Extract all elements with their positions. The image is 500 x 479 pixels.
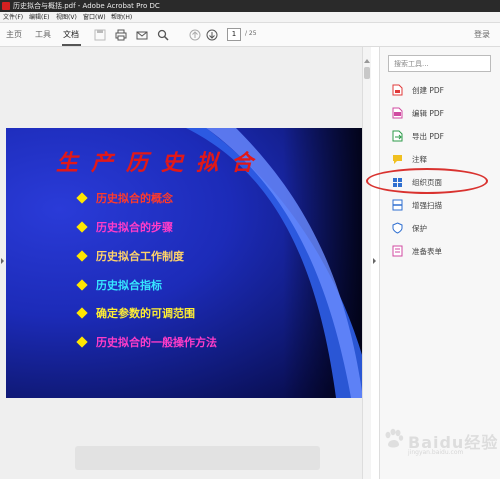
tool-label: 编辑 PDF (412, 109, 444, 118)
active-tab-indicator (62, 44, 81, 46)
diamond-bullet-icon (76, 279, 88, 291)
export-pdf-icon (392, 130, 403, 142)
tool-label: 增强扫描 (412, 201, 442, 210)
slide-bullet: 历史拟合的步骤 (76, 219, 173, 235)
edit-pdf-icon (392, 107, 403, 119)
tool-protect[interactable]: 保护 (388, 220, 493, 236)
tool-edit-pdf[interactable]: 编辑 PDF (388, 105, 493, 121)
tools-pane: 搜索工具... 创建 PDF 编辑 PDF 导出 PDF 注释 组织页面 增强扫… (379, 47, 500, 479)
tool-label: 导出 PDF (412, 132, 444, 141)
slide-bullet: 历史拟合的概念 (76, 190, 173, 206)
slide-bullet: 确定参数的可调范围 (76, 305, 195, 321)
bullet-text: 历史拟合指标 (96, 279, 162, 292)
tool-label: 创建 PDF (412, 86, 444, 95)
diamond-bullet-icon (76, 192, 88, 204)
previous-page-icon[interactable] (188, 28, 202, 42)
bullet-text: 历史拟合工作制度 (96, 250, 184, 263)
collapse-right-panel-icon[interactable] (373, 258, 376, 264)
watermark-url: jingyan.baidu.com (408, 449, 464, 456)
enhance-scans-icon (392, 199, 403, 211)
diamond-bullet-icon (76, 250, 88, 262)
document-scrollbar[interactable] (362, 47, 371, 479)
bullet-text: 历史拟合的一般操作方法 (96, 336, 217, 349)
main-toolbar: 主页 工具 文档 1 / 25 登录 (0, 23, 500, 47)
bullet-text: 确定参数的可调范围 (96, 307, 195, 320)
email-icon[interactable] (135, 28, 149, 42)
protect-icon (392, 222, 403, 234)
tool-comment[interactable]: 注释 (388, 151, 493, 167)
tool-label: 保护 (412, 224, 427, 233)
bullet-text: 历史拟合的概念 (96, 192, 173, 205)
page-controls-overlay[interactable] (75, 446, 320, 470)
tab-tools[interactable]: 工具 (35, 29, 51, 40)
search-icon[interactable] (156, 28, 170, 42)
slide-bullet: 历史拟合指标 (76, 277, 162, 293)
comment-icon (393, 155, 402, 164)
print-icon[interactable] (114, 28, 128, 42)
window-title: 历史拟合与概括.pdf - Adobe Acrobat Pro DC (13, 2, 160, 10)
menu-bar: 文件(F) 编辑(E) 视图(V) 窗口(W) 帮助(H) (0, 12, 500, 23)
menu-view[interactable]: 视图(V) (56, 13, 77, 22)
tab-document[interactable]: 文档 (63, 29, 79, 40)
scroll-up-icon[interactable] (364, 59, 370, 63)
diamond-bullet-icon (76, 307, 88, 319)
pdf-page-slide: 生产历史拟合 历史拟合的概念 历史拟合的步骤 历史拟合工作制度 历史拟合指标 确… (6, 128, 363, 398)
baidu-watermark: Baidu经验 jingyan.baidu.com (380, 421, 497, 461)
acrobat-app-icon (2, 2, 10, 10)
window-titlebar: 历史拟合与概括.pdf - Adobe Acrobat Pro DC (0, 0, 500, 12)
bullet-text: 历史拟合的步骤 (96, 221, 173, 234)
tool-label: 注释 (412, 155, 427, 164)
diamond-bullet-icon (76, 221, 88, 233)
tab-home[interactable]: 主页 (6, 29, 22, 40)
tool-search-input[interactable]: 搜索工具... (388, 55, 491, 72)
page-total: / 25 (245, 30, 257, 37)
menu-edit[interactable]: 编辑(E) (29, 13, 49, 22)
collapse-left-panel-icon[interactable] (1, 258, 4, 264)
next-page-icon[interactable] (205, 28, 219, 42)
tool-prepare-form[interactable]: 准备表单 (388, 243, 493, 259)
baidu-paw-icon (385, 428, 404, 448)
menu-help[interactable]: 帮助(H) (111, 13, 132, 22)
slide-title: 生产历史拟合 (56, 150, 267, 176)
tool-create-pdf[interactable]: 创建 PDF (388, 82, 493, 98)
tool-export-pdf[interactable]: 导出 PDF (388, 128, 493, 144)
annotation-highlight-ellipse (366, 168, 488, 194)
slide-bullet: 历史拟合的一般操作方法 (76, 334, 217, 350)
create-pdf-icon (392, 84, 403, 96)
prepare-form-icon (392, 245, 403, 257)
save-icon[interactable] (93, 28, 107, 42)
diamond-bullet-icon (76, 336, 88, 348)
menu-window[interactable]: 窗口(W) (83, 13, 106, 22)
slide-bullet: 历史拟合工作制度 (76, 248, 184, 264)
scrollbar-thumb[interactable] (364, 67, 370, 79)
tool-label: 准备表单 (412, 247, 442, 256)
tool-enhance-scans[interactable]: 增强扫描 (388, 197, 493, 213)
page-number-input[interactable]: 1 (227, 28, 241, 41)
login-button[interactable]: 登录 (474, 29, 490, 40)
menu-file[interactable]: 文件(F) (3, 13, 23, 22)
